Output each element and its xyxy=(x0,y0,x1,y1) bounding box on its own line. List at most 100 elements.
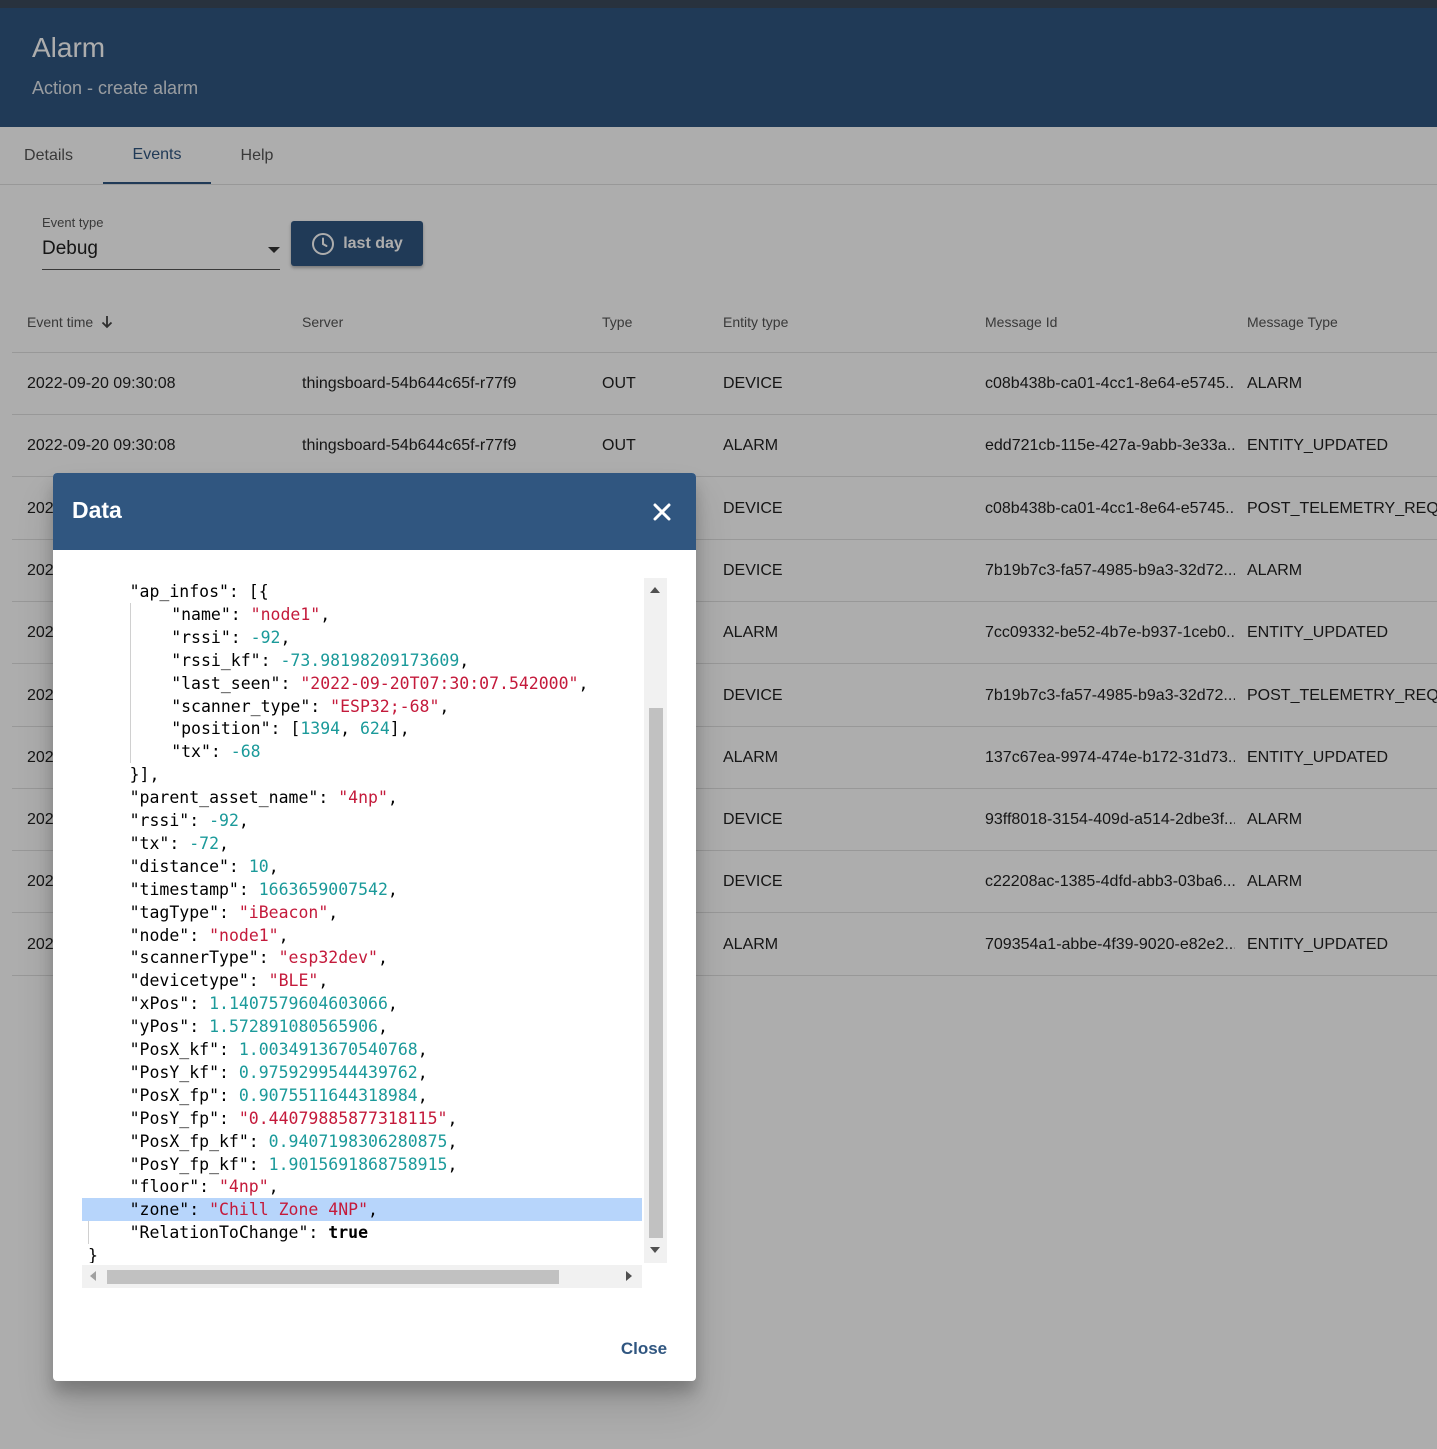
code-line: "floor": "4np", xyxy=(82,1175,642,1198)
scroll-down-icon[interactable] xyxy=(650,1247,660,1253)
horizontal-scroll-thumb[interactable] xyxy=(107,1270,559,1284)
code-token: "PosY_kf": xyxy=(129,1062,239,1082)
code-line: "tagType": "iBeacon", xyxy=(82,901,642,924)
indent-guide xyxy=(88,1221,89,1245)
code-token: 0.9759299544439762 xyxy=(238,1062,418,1082)
code-token: "devicetype": xyxy=(129,971,269,991)
code-token: "parent_asset_name": xyxy=(129,788,339,808)
code-line: "rssi_kf": -73.98198209173609, xyxy=(82,649,642,672)
code-line: "position": [1394, 624], xyxy=(82,717,642,740)
code-token: "PosX_kf": xyxy=(129,1040,239,1059)
code-token: , xyxy=(417,1040,428,1059)
code-line: "PosX_fp_kf": 0.9407198306280875, xyxy=(82,1130,642,1153)
json-viewer[interactable]: "ap_infos": [{"name": "node1", "rssi": -9… xyxy=(82,578,667,1288)
code-token: , xyxy=(268,1177,279,1197)
code-token: "position": [ xyxy=(171,719,301,739)
code-token: "zone": xyxy=(129,1200,210,1220)
code-token: 0.9075511644318984 xyxy=(238,1085,418,1105)
code-token: "tx": xyxy=(129,833,190,853)
code-token: , xyxy=(268,856,279,876)
code-token: "tagType": xyxy=(129,902,239,922)
code-line: "devicetype": "BLE", xyxy=(82,969,642,992)
code-token: "distance": xyxy=(129,856,249,876)
code-line: "xPos": 1.1407579604603066, xyxy=(82,992,642,1015)
code-token: "4np" xyxy=(219,1177,269,1197)
scroll-up-icon[interactable] xyxy=(650,587,660,593)
code-token: "scanner_type": xyxy=(171,696,331,716)
close-icon[interactable] xyxy=(649,499,675,525)
code-token: 1663659007542 xyxy=(258,879,388,899)
code-token: , xyxy=(318,971,329,991)
code-token: "node1" xyxy=(209,925,279,945)
code-token: "PosX_fp_kf": xyxy=(129,1131,269,1151)
scroll-left-icon[interactable] xyxy=(90,1271,96,1281)
code-token: "node": xyxy=(129,925,210,945)
code-token: }], xyxy=(129,765,160,785)
code-token: "RelationToChange": xyxy=(129,1223,329,1243)
code-token: "ESP32;-68" xyxy=(330,696,440,716)
code-token: , xyxy=(387,994,398,1014)
code-token: "scannerType": xyxy=(129,948,279,968)
code-line: "PosX_kf": 1.0034913670540768, xyxy=(82,1038,642,1061)
data-dialog: Data "ap_infos": [{"name": "node1", "rssi… xyxy=(53,473,696,1381)
code-line: "tx": -72, xyxy=(82,832,642,855)
code-token: "tx": xyxy=(171,742,231,762)
code-line: "scanner_type": "ESP32;-68", xyxy=(82,695,642,718)
code-token: "Chill Zone 4NP" xyxy=(209,1200,369,1220)
code-line: "rssi": -92, xyxy=(82,809,642,832)
code-token: , xyxy=(417,1085,428,1105)
code-token: "rssi_kf": xyxy=(171,650,281,670)
code-token: "PosY_fp_kf": xyxy=(129,1154,269,1174)
code-token: "BLE" xyxy=(268,971,319,991)
code-token: "esp32dev" xyxy=(278,948,378,968)
code-token: -72 xyxy=(189,833,220,853)
code-token: , xyxy=(328,902,339,922)
code-token: "rssi": xyxy=(171,627,251,647)
code-line: "tx": -68 xyxy=(82,740,642,763)
dialog-header: Data xyxy=(53,473,696,550)
close-button[interactable]: Close xyxy=(609,1331,679,1367)
code-token: 624 xyxy=(359,719,390,739)
code-token: , xyxy=(447,1108,458,1128)
vertical-scroll-thumb[interactable] xyxy=(649,708,663,1238)
code-token: 0.9407198306280875 xyxy=(268,1131,448,1151)
code-token: -92 xyxy=(250,627,281,647)
code-token: "last_seen": xyxy=(171,673,301,693)
code-line: }], xyxy=(82,763,642,786)
code-token: , xyxy=(278,925,289,945)
code-token: "floor": xyxy=(129,1177,219,1197)
horizontal-scrollbar[interactable] xyxy=(82,1265,642,1288)
code-token: "iBeacon" xyxy=(238,902,329,922)
code-token: 1.9015691868758915 xyxy=(268,1154,448,1174)
code-token: , xyxy=(377,1017,388,1037)
code-line: "distance": 10, xyxy=(82,855,642,878)
code-token: , xyxy=(387,879,398,899)
code-token: "4np" xyxy=(338,788,388,808)
code-line: "timestamp": 1663659007542, xyxy=(82,878,642,901)
scroll-right-icon[interactable] xyxy=(626,1271,632,1281)
code-token: , xyxy=(368,1200,378,1220)
code-token: true xyxy=(328,1223,369,1243)
json-code: "ap_infos": [{"name": "node1", "rssi": -9… xyxy=(82,578,642,1263)
code-token: -92 xyxy=(209,811,239,830)
code-token: "PosY_fp": xyxy=(129,1108,239,1128)
code-token: "ap_infos": [{ xyxy=(129,582,269,601)
code-token: , xyxy=(377,948,388,968)
code-token: "xPos": xyxy=(129,994,210,1014)
code-line: "ap_infos": [{ xyxy=(82,580,642,603)
indent-guide xyxy=(129,602,131,764)
code-token: , xyxy=(320,604,331,624)
code-token: , xyxy=(439,696,450,716)
code-token: "name": xyxy=(171,604,251,624)
code-token: , xyxy=(219,833,229,853)
vertical-scrollbar[interactable] xyxy=(644,578,667,1263)
dialog-title: Data xyxy=(72,497,122,523)
code-token: , xyxy=(280,627,291,647)
code-line: "yPos": 1.572891080565906, xyxy=(82,1015,642,1038)
code-token: -68 xyxy=(230,742,261,762)
code-line: "PosY_fp": "0.44079885877318115", xyxy=(82,1107,642,1130)
code-token: , xyxy=(238,811,249,830)
code-line: "parent_asset_name": "4np", xyxy=(82,786,642,809)
code-token: "yPos": xyxy=(129,1017,210,1037)
code-token: "0.44079885877318115" xyxy=(238,1108,448,1128)
